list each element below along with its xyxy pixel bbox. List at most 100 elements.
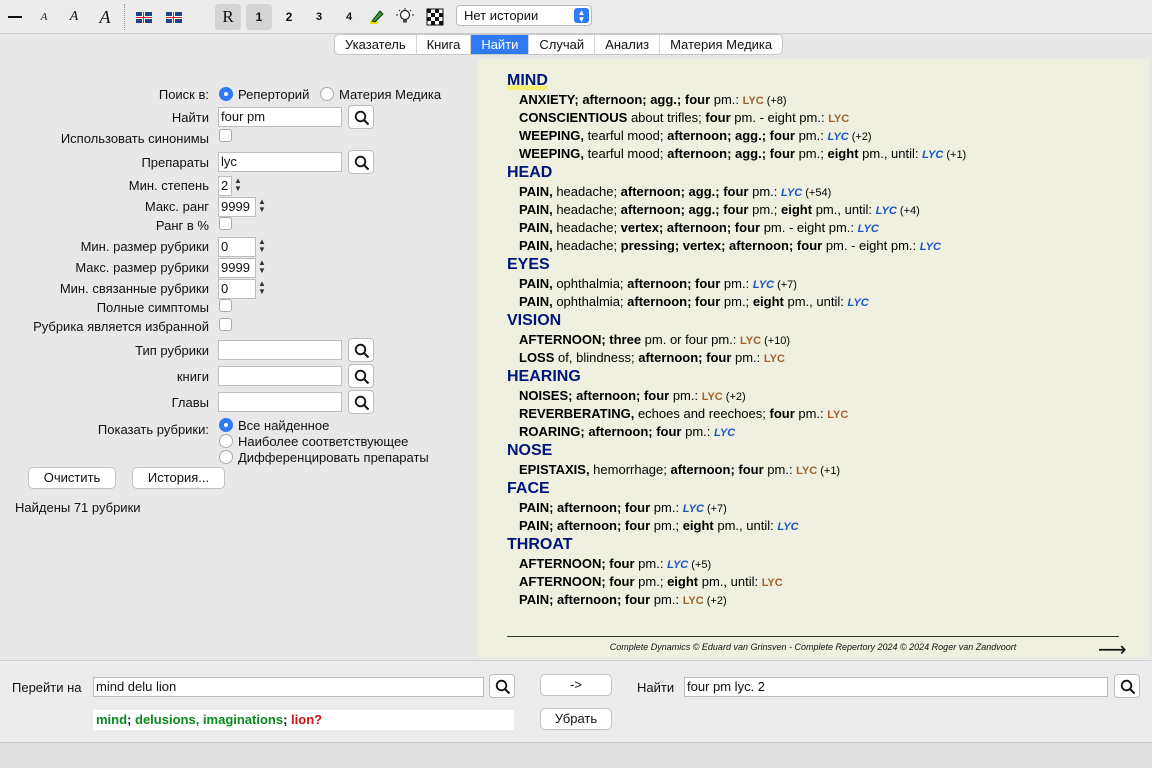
font-large-button[interactable]: A [93, 4, 117, 30]
tab-case[interactable]: Случай [529, 35, 596, 54]
remedy-abbrev[interactable]: LYC [764, 353, 785, 365]
radio-show-all[interactable] [219, 418, 233, 432]
goto-input[interactable]: mind delu lion [93, 677, 484, 697]
tab-analysis[interactable]: Анализ [595, 35, 661, 54]
rubric-row[interactable]: PAIN; afternoon; four pm.: LYC (+2) [519, 592, 727, 607]
rubric-row[interactable]: ANXIETY; afternoon; agg.; four pm.: LYC … [519, 92, 787, 107]
font-small-button[interactable]: A [34, 4, 54, 30]
level-2-button[interactable]: 2 [278, 4, 300, 30]
remedy-abbrev[interactable]: LYC [781, 187, 802, 199]
remedy-abbrev[interactable]: LYC [796, 465, 817, 477]
remedy-abbrev[interactable]: LYC [827, 409, 848, 421]
chapters-search-button[interactable] [348, 390, 374, 414]
rubric-row[interactable]: PAIN, headache; pressing; vertex; aftern… [519, 238, 941, 253]
rubric-row[interactable]: PAIN, ophthalmia; afternoon; four pm.: L… [519, 276, 797, 291]
rubric-row[interactable]: LOSS of, blindness; afternoon; four pm.:… [519, 350, 785, 365]
remedy-abbrev[interactable]: LYC [876, 205, 897, 217]
max-rank-stepper[interactable]: ▲ ▼ [257, 198, 267, 216]
flag-uk-icon[interactable] [164, 4, 184, 30]
remedy-abbrev[interactable]: LYC [743, 95, 764, 107]
clear-button[interactable]: Очистить [28, 467, 116, 489]
chapter-heading[interactable]: HEAD [507, 164, 552, 182]
rubric-row[interactable]: PAIN, headache; afternoon; agg.; four pm… [519, 202, 920, 217]
remove-button[interactable]: Убрать [540, 708, 612, 730]
remedy-abbrev[interactable]: LYC [828, 113, 849, 125]
find-search-button[interactable] [348, 105, 374, 129]
transfer-button[interactable]: -> [540, 674, 612, 696]
rubric-row[interactable]: AFTERNOON; three pm. or four pm.: LYC (+… [519, 332, 790, 347]
rubric-row[interactable]: WEEPING, tearful mood; afternoon; agg.; … [519, 146, 966, 161]
synonyms-checkbox[interactable] [219, 129, 232, 142]
rubric-row[interactable]: ROARING; afternoon; four pm.: LYC [519, 424, 735, 439]
lightbulb-icon[interactable] [395, 4, 415, 30]
rank-percent-checkbox[interactable] [219, 217, 232, 230]
remedies-search-button[interactable] [348, 150, 374, 174]
min-related-stepper[interactable]: ▲ ▼ [257, 280, 267, 298]
favorite-checkbox[interactable] [219, 318, 232, 331]
books-input[interactable] [218, 366, 342, 386]
flag-uk-icon[interactable] [134, 4, 154, 30]
tab-find[interactable]: Найти [471, 35, 530, 54]
grid-icon[interactable] [424, 4, 446, 30]
remedy-abbrev[interactable]: LYC [920, 241, 941, 253]
remedy-abbrev[interactable]: LYC [683, 503, 704, 515]
minus-icon[interactable] [4, 4, 26, 30]
rubric-row[interactable]: AFTERNOON; four pm.; eight pm., until: L… [519, 574, 783, 589]
remedy-abbrev[interactable]: LYC [858, 223, 879, 235]
rubric-row[interactable]: EPISTAXIS, hemorrhage; afternoon; four p… [519, 462, 840, 477]
chapter-heading[interactable]: HEARING [507, 368, 581, 386]
rubric-row[interactable]: PAIN; afternoon; four pm.: LYC (+7) [519, 500, 727, 515]
remedy-abbrev[interactable]: LYC [847, 297, 868, 309]
radio-show-relevant[interactable] [219, 434, 233, 448]
rubric-row[interactable]: NOISES; afternoon; four pm.: LYC (+2) [519, 388, 746, 403]
chapter-heading[interactable]: THROAT [507, 536, 572, 554]
radio-repertory[interactable] [219, 87, 233, 101]
remedy-abbrev[interactable]: LYC [702, 391, 723, 403]
full-symptoms-checkbox[interactable] [219, 299, 232, 312]
rubric-row[interactable]: REVERBERATING, echoes and reechoes; four… [519, 406, 848, 421]
remedies-input[interactable]: lyc [218, 152, 342, 172]
arrow-right-icon[interactable]: ⟶ [1098, 637, 1127, 662]
tab-book[interactable]: Книга [417, 35, 472, 54]
max-rank-input[interactable]: 9999 [218, 197, 256, 217]
history-button[interactable]: История... [132, 467, 225, 489]
history-select[interactable]: Нет истории ▲ ▼ [456, 5, 592, 26]
highlighter-icon[interactable] [367, 4, 387, 30]
remedy-abbrev[interactable]: LYC [922, 149, 943, 161]
min-degree-input[interactable]: 2 [218, 176, 232, 196]
font-medium-button[interactable]: A [63, 4, 85, 30]
remedy-abbrev[interactable]: LYC [740, 335, 761, 347]
remedy-mode-button[interactable]: R [215, 4, 241, 30]
rubric-row[interactable]: PAIN, headache; vertex; afternoon; four … [519, 220, 879, 235]
rubric-row[interactable]: PAIN, ophthalmia; afternoon; four pm.; e… [519, 294, 869, 309]
chapter-heading[interactable]: MIND [507, 72, 548, 90]
bottom-find-search-button[interactable] [1114, 674, 1140, 698]
rubric-row[interactable]: CONSCIENTIOUS about trifles; four pm. - … [519, 110, 849, 125]
min-related-input[interactable]: 0 [218, 279, 256, 299]
rubric-type-input[interactable] [218, 340, 342, 360]
remedy-abbrev[interactable]: LYC [667, 559, 688, 571]
books-search-button[interactable] [348, 364, 374, 388]
chapter-heading[interactable]: NOSE [507, 442, 552, 460]
tab-index[interactable]: Указатель [335, 35, 417, 54]
chapter-heading[interactable]: VISION [507, 312, 561, 330]
goto-suggestion[interactable]: mind; delusions, imaginations; lion? [93, 710, 514, 730]
rubric-type-search-button[interactable] [348, 338, 374, 362]
radio-materia-medica[interactable] [320, 87, 334, 101]
tab-materia-medica[interactable]: Материя Медика [660, 35, 782, 54]
bottom-find-input[interactable]: four pm lyc. 2 [684, 677, 1108, 697]
chapter-heading[interactable]: EYES [507, 256, 550, 274]
min-size-input[interactable]: 0 [218, 237, 256, 257]
min-degree-stepper[interactable]: ▲ ▼ [233, 177, 243, 195]
remedy-abbrev[interactable]: LYC [827, 131, 848, 143]
rubric-row[interactable]: WEEPING, tearful mood; afternoon; agg.; … [519, 128, 872, 143]
find-input[interactable]: four pm [218, 107, 342, 127]
min-size-stepper[interactable]: ▲ ▼ [257, 238, 267, 256]
remedy-abbrev[interactable]: LYC [777, 521, 798, 533]
remedy-abbrev[interactable]: LYC [753, 279, 774, 291]
remedy-abbrev[interactable]: LYC [714, 427, 735, 439]
rubric-row[interactable]: AFTERNOON; four pm.: LYC (+5) [519, 556, 711, 571]
level-1-button[interactable]: 1 [246, 4, 272, 30]
remedy-abbrev[interactable]: LYC [683, 595, 704, 607]
level-3-button[interactable]: 3 [308, 4, 330, 30]
